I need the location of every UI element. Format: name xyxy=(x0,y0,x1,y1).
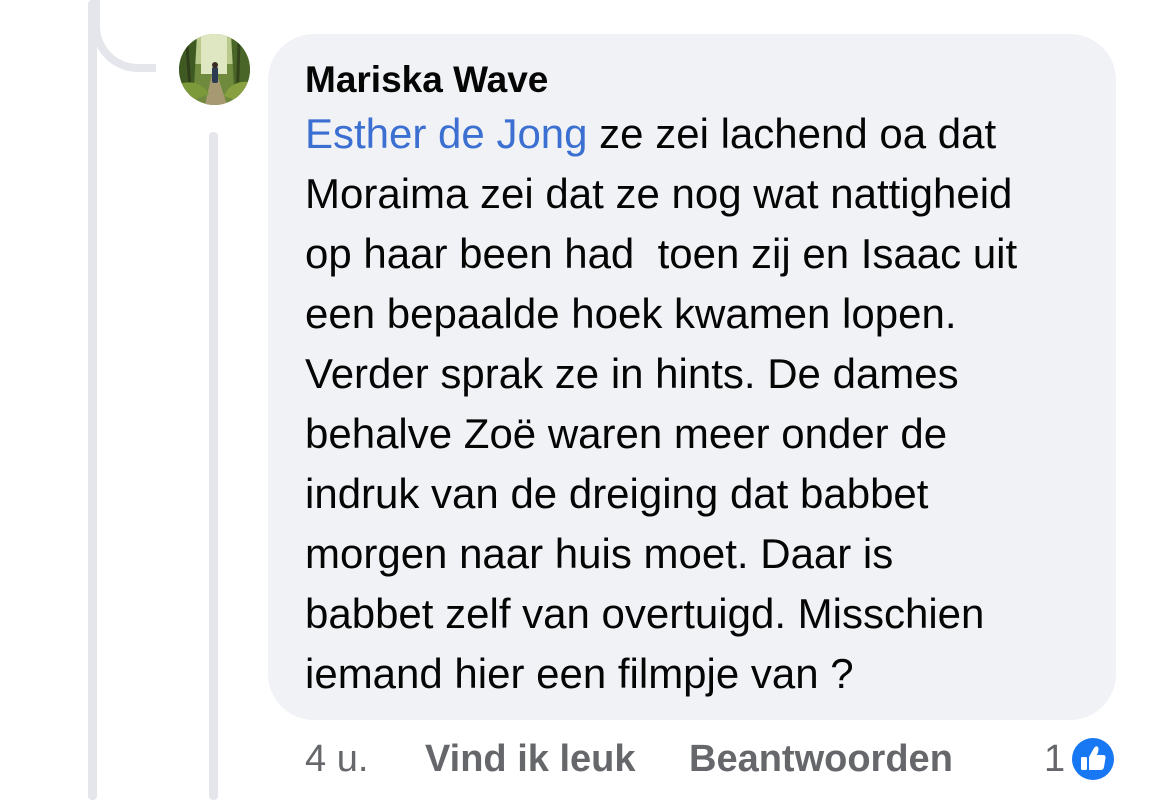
mention-link[interactable]: Esther de Jong xyxy=(305,110,588,157)
like-button[interactable]: Vind ik leuk xyxy=(425,735,635,783)
comment-author-name[interactable]: Mariska Wave xyxy=(305,58,1086,102)
comment-body: Esther de Jong ze zei lachend oa dat Mor… xyxy=(305,104,1086,704)
thread-connector-line xyxy=(88,0,97,800)
comment-line: Esther de Jong ze zei lachend oa dat xyxy=(305,104,1086,164)
comment-line: Moraima zei dat ze nog wat nattigheid xyxy=(305,170,1013,217)
avatar-photo xyxy=(179,34,250,105)
like-thumbs-up-icon xyxy=(1070,736,1117,782)
comment-timestamp[interactable]: 4 u. xyxy=(305,735,368,783)
comment-line: behalve Zoë waren meer onder de xyxy=(305,410,948,457)
comment-line: een bepaalde hoek kwamen lopen. xyxy=(305,290,957,337)
comment-line: iemand hier een filmpje van ? xyxy=(305,650,854,697)
comment-line: op haar been had toen zij en Isaac uit xyxy=(305,230,1018,277)
comment-line: indruk van de dreiging dat babbet xyxy=(305,470,929,517)
reply-connector-line xyxy=(209,132,218,800)
reaction-count: 1 xyxy=(1044,738,1066,780)
comment-bubble: Mariska Wave Esther de Jong ze zei lache… xyxy=(268,34,1116,720)
comment-line: babbet zelf van overtuigd. Misschien xyxy=(305,590,985,637)
thread-connector-curve xyxy=(92,0,156,72)
comment-line: Verder sprak ze in hints. De dames xyxy=(305,350,959,397)
comment-thread: Mariska Wave Esther de Jong ze zei lache… xyxy=(0,0,1161,800)
avatar[interactable] xyxy=(179,34,250,105)
comment-line-text: ze zei lachend oa dat xyxy=(587,110,997,157)
comment-line: morgen naar huis moet. Daar is xyxy=(305,530,894,577)
reply-button[interactable]: Beantwoorden xyxy=(689,735,953,783)
reaction-summary[interactable]: 1 xyxy=(1044,735,1117,783)
